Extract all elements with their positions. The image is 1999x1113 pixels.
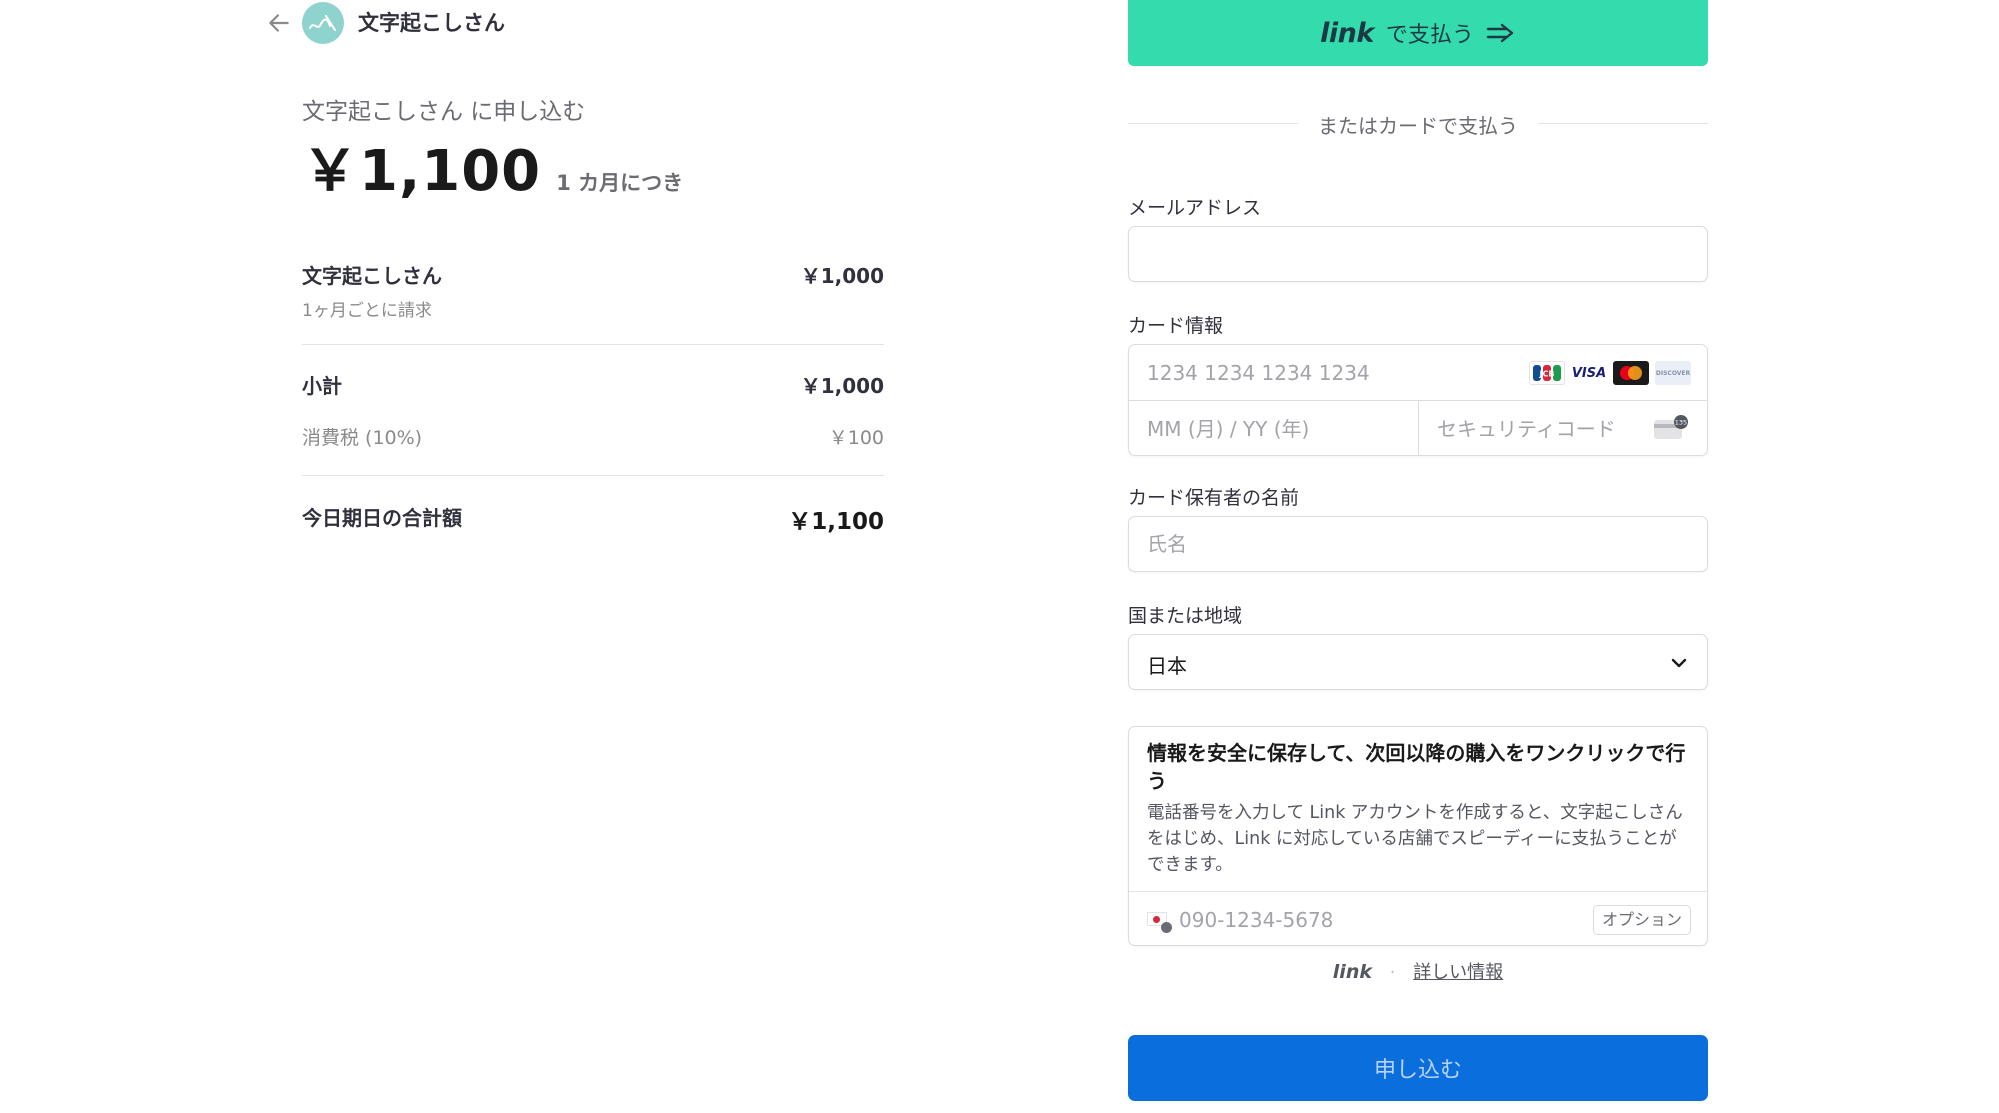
or-divider: またはカードで支払う bbox=[1128, 108, 1708, 138]
cvc-card-icon: 135 bbox=[1654, 415, 1688, 439]
price-amount: ￥1,100 bbox=[302, 139, 542, 204]
line-item-name: 文字起こしさん bbox=[302, 264, 442, 288]
line-item-billing: 1ヶ月ごとに請求 bbox=[302, 301, 432, 321]
learn-more-link[interactable]: 詳しい情報 bbox=[1413, 962, 1503, 983]
visa-icon: VISA bbox=[1571, 361, 1607, 385]
cvc-badge: 135 bbox=[1675, 419, 1687, 427]
subtotal-label: 小計 bbox=[302, 374, 342, 398]
line-item: 文字起こしさん ￥1,000 bbox=[302, 260, 884, 290]
save-info-description: 電話番号を入力して Link アカウントを作成すると、文字起こしさん をはじめ、… bbox=[1147, 803, 1683, 875]
subscribe-title: 文字起こしさん に申し込む bbox=[302, 99, 586, 125]
price-row: ￥1,100 1 カ月につき bbox=[302, 126, 683, 207]
tax-label: 消費税 (10%) bbox=[302, 427, 423, 449]
chevron-down-icon bbox=[1671, 658, 1687, 668]
price-period: 1 カ月につき bbox=[556, 171, 684, 195]
discover-icon: DISCOVER bbox=[1655, 361, 1691, 385]
card-brand-logos: JCB VISA DISCOVER bbox=[1529, 361, 1691, 385]
pay-with-link-button[interactable]: link で支払う bbox=[1128, 0, 1708, 66]
total-row: 今日期日の合計額 ￥1,100 bbox=[302, 502, 884, 535]
merchant-logo bbox=[302, 2, 344, 44]
jcb-label: JCB bbox=[1539, 370, 1555, 379]
total-label: 今日期日の合計額 bbox=[302, 506, 462, 530]
divider bbox=[302, 475, 884, 476]
cardholder-field-container bbox=[1128, 516, 1708, 572]
email-field-container bbox=[1128, 226, 1708, 282]
phone-input[interactable] bbox=[1175, 892, 1515, 947]
arrow-left-icon[interactable] bbox=[266, 10, 292, 36]
phone-row: オプション bbox=[1129, 891, 1707, 947]
email-field[interactable] bbox=[1129, 227, 1707, 281]
pay-with-link-label: で支払う bbox=[1385, 23, 1474, 48]
order-summary-panel: 文字起こしさん 文字起こしさん に申し込む ￥1,100 1 カ月につき 文字起… bbox=[0, 0, 1005, 1113]
tax-value: ￥100 bbox=[828, 427, 884, 449]
link-save-info-panel: 情報を安全に保存して、次回以降の購入をワンクリックで行う 電話番号を入力して L… bbox=[1128, 726, 1708, 947]
country-label: 国または地域 bbox=[1128, 605, 1243, 627]
link-footer-logo: link bbox=[1332, 961, 1372, 983]
card-info-group: JCB VISA DISCOVER 135 bbox=[1128, 344, 1708, 456]
country-value: 日本 bbox=[1147, 654, 1187, 678]
mastercard-icon bbox=[1613, 361, 1649, 385]
or-divider-text: またはカードで支払う bbox=[1308, 114, 1528, 138]
card-expiry-input[interactable] bbox=[1129, 401, 1418, 455]
card-info-label: カード情報 bbox=[1128, 315, 1224, 337]
jcb-icon: JCB bbox=[1529, 361, 1565, 385]
email-label: メールアドレス bbox=[1128, 197, 1262, 219]
footer-separator: · bbox=[1389, 962, 1396, 983]
cardholder-name-input[interactable] bbox=[1129, 517, 1707, 571]
total-value: ￥1,100 bbox=[788, 509, 884, 535]
subscribe-button[interactable]: 申し込む bbox=[1128, 1035, 1708, 1101]
save-info-title: 情報を安全に保存して、次回以降の購入をワンクリックで行う bbox=[1147, 741, 1686, 793]
optional-badge: オプション bbox=[1592, 905, 1691, 935]
merchant-name: 文字起こしさん bbox=[358, 11, 505, 35]
subtotal-value: ￥1,000 bbox=[800, 374, 884, 398]
country-code-chevron-icon[interactable] bbox=[1161, 922, 1172, 933]
line-item-billing-row: 1ヶ月ごとに請求 bbox=[302, 296, 884, 321]
divider bbox=[302, 344, 884, 345]
country-select[interactable]: 日本 bbox=[1128, 634, 1708, 690]
link-footer: link · 詳しい情報 bbox=[1128, 958, 1708, 984]
link-arrow-icon bbox=[1486, 23, 1514, 43]
line-item-price: ￥1,000 bbox=[800, 264, 884, 288]
tax-row: 消費税 (10%) ￥100 bbox=[302, 423, 884, 453]
subtotal-row: 小計 ￥1,000 bbox=[302, 370, 884, 400]
cardholder-label: カード保有者の名前 bbox=[1128, 487, 1300, 509]
link-logo: link bbox=[1320, 17, 1374, 49]
